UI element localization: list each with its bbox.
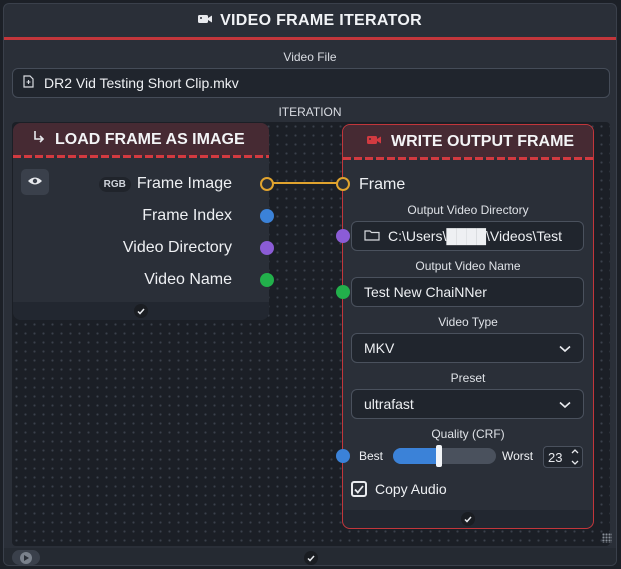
checkmark-icon: [354, 484, 364, 494]
checkmark-icon[interactable]: [461, 512, 475, 526]
video-frame-iterator-node: VIDEO FRAME ITERATOR Video File DR2 Vid …: [3, 3, 617, 566]
quality-worst-label: Worst: [502, 449, 534, 463]
output-video-name: Video Name: [144, 265, 269, 295]
output-label: Frame Image: [136, 175, 232, 192]
video-camera-icon: [198, 12, 213, 30]
load-node-title: LOAD FRAME AS IMAGE: [55, 130, 245, 148]
quality-best-label: Best: [359, 449, 384, 463]
output-frame-index: Frame Index: [142, 201, 269, 231]
video-file-label: Video File: [283, 50, 337, 64]
video-file-value: DR2 Vid Testing Short Clip.mkv: [44, 75, 239, 91]
stepper-down-icon: [571, 460, 579, 465]
preset-label: Preset: [450, 371, 486, 385]
checkmark-icon[interactable]: [134, 304, 148, 318]
frame-index-handle[interactable]: [260, 209, 274, 223]
output-dir-input[interactable]: C:\Users\████\Videos\Test: [351, 221, 584, 251]
folder-icon: [364, 228, 380, 244]
output-name-input[interactable]: Test New ChaiNNer: [351, 277, 584, 307]
output-label: Video Directory: [122, 239, 232, 256]
output-name-handle[interactable]: [336, 285, 350, 299]
output-dir-handle[interactable]: [336, 229, 350, 243]
quality-number-input[interactable]: 23: [543, 446, 583, 468]
load-node-dash: [13, 155, 269, 158]
write-node-title: WRITE OUTPUT FRAME: [391, 132, 575, 150]
iterator-footer: [4, 548, 616, 565]
iteration-canvas[interactable]: LOAD FRAME AS IMAGE RGB Frame Image Fram…: [12, 122, 610, 546]
copy-audio-checkbox[interactable]: [351, 481, 367, 497]
quality-slider-thumb[interactable]: [436, 445, 443, 467]
video-file-input[interactable]: DR2 Vid Testing Short Clip.mkv: [12, 68, 610, 98]
preset-select[interactable]: ultrafast: [351, 389, 584, 419]
rgb-badge: RGB: [98, 176, 131, 192]
quality-handle[interactable]: [336, 449, 350, 463]
stepper-up-icon: [571, 449, 579, 454]
iterator-header: VIDEO FRAME ITERATOR: [4, 4, 616, 38]
frame-image-handle[interactable]: [260, 177, 274, 191]
video-directory-handle[interactable]: [260, 241, 274, 255]
output-dir-label: Output Video Directory: [407, 203, 529, 217]
iterator-accent-line: [4, 37, 616, 40]
load-frame-node[interactable]: LOAD FRAME AS IMAGE RGB Frame Image Fram…: [13, 123, 274, 320]
output-frame-image: RGB Frame Image: [98, 169, 269, 199]
copy-audio-label: Copy Audio: [375, 481, 447, 497]
preview-toggle-button[interactable]: [21, 169, 49, 195]
arrow-down-right-icon: [33, 130, 45, 149]
video-name-handle[interactable]: [260, 273, 274, 287]
video-camera-icon: [367, 133, 381, 151]
video-type-value: MKV: [364, 340, 395, 356]
video-type-select[interactable]: MKV: [351, 333, 584, 363]
output-name-value: Test New ChaiNNer: [364, 284, 487, 300]
iteration-label: ITERATION: [278, 105, 342, 119]
chevron-down-icon: [559, 396, 571, 412]
chevron-down-icon: [559, 340, 571, 356]
quality-value: 23: [548, 449, 563, 465]
iterator-title: VIDEO FRAME ITERATOR: [220, 12, 422, 29]
write-output-frame-node[interactable]: WRITE OUTPUT FRAME Frame Output Video Di…: [336, 124, 594, 529]
frame-input-label: Frame: [359, 176, 406, 193]
output-dir-value: C:\Users\████\Videos\Test: [388, 228, 563, 244]
eye-icon: [27, 173, 43, 191]
quality-stepper[interactable]: [570, 449, 580, 465]
output-label: Frame Index: [142, 207, 232, 224]
run-button[interactable]: [12, 550, 40, 565]
load-node-footer: [13, 302, 269, 320]
resize-grip-icon[interactable]: [602, 533, 612, 543]
output-video-directory: Video Directory: [123, 233, 269, 263]
write-node-footer: [343, 510, 593, 528]
write-node-header[interactable]: WRITE OUTPUT FRAME: [343, 125, 593, 158]
output-name-label: Output Video Name: [415, 259, 521, 273]
checkmark-icon[interactable]: [304, 551, 318, 565]
frame-input-handle[interactable]: [336, 177, 350, 191]
write-node-dash: [343, 157, 593, 160]
file-icon: [23, 75, 34, 91]
quality-slider-fill: [393, 448, 440, 464]
preset-value: ultrafast: [364, 396, 414, 412]
output-label: Video Name: [144, 271, 232, 288]
quality-slider-track[interactable]: [393, 448, 496, 464]
load-node-header[interactable]: LOAD FRAME AS IMAGE: [13, 123, 269, 156]
video-type-label: Video Type: [438, 315, 498, 329]
quality-label: Quality (CRF): [431, 427, 505, 441]
play-icon: [20, 551, 32, 564]
